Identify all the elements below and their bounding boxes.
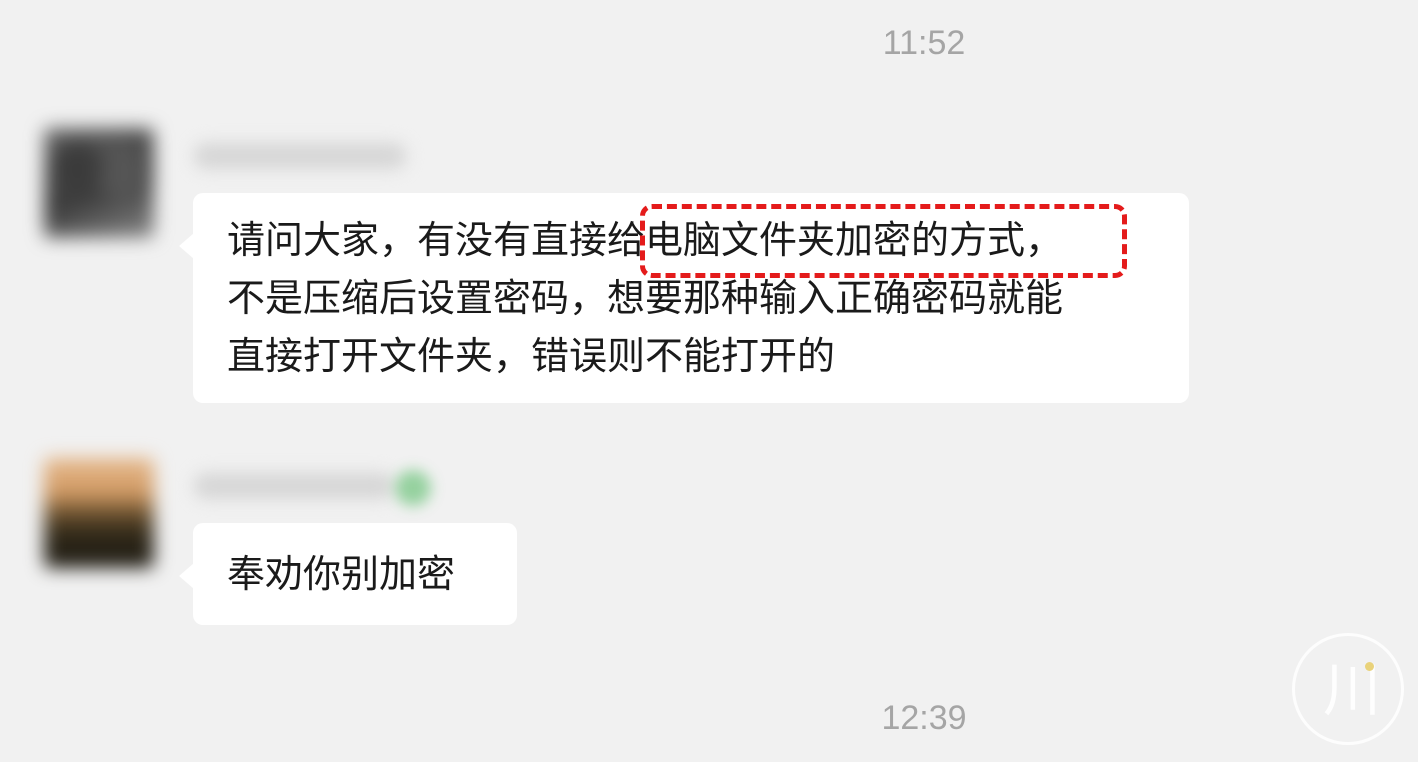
message-bubble-2[interactable]: 奉劝你别加密 (179, 523, 517, 625)
message-2-line-1: 奉劝你别加密 (227, 552, 456, 596)
avatar-sender-1[interactable] (44, 128, 154, 238)
timestamp-top: 11:52 (882, 24, 966, 62)
chat-window: 11:52 请问大家，有没有直接给电脑文件夹加密的方式， 不是压缩后设置密码，想… (0, 0, 1418, 762)
sender-name-1-blurred (194, 143, 406, 169)
highlight-annotation (640, 204, 1127, 278)
sender-name-2-blurred (194, 473, 394, 499)
watermark-logo-icon: 川 (1292, 633, 1404, 745)
message-1-line-3: 直接打开文件夹，错误则不能打开的 (227, 334, 836, 378)
watermark-dot-icon (1365, 662, 1374, 671)
avatar-sender-2[interactable] (44, 458, 154, 568)
online-indicator-icon (395, 470, 431, 506)
timestamp-bottom: 12:39 (881, 699, 967, 737)
